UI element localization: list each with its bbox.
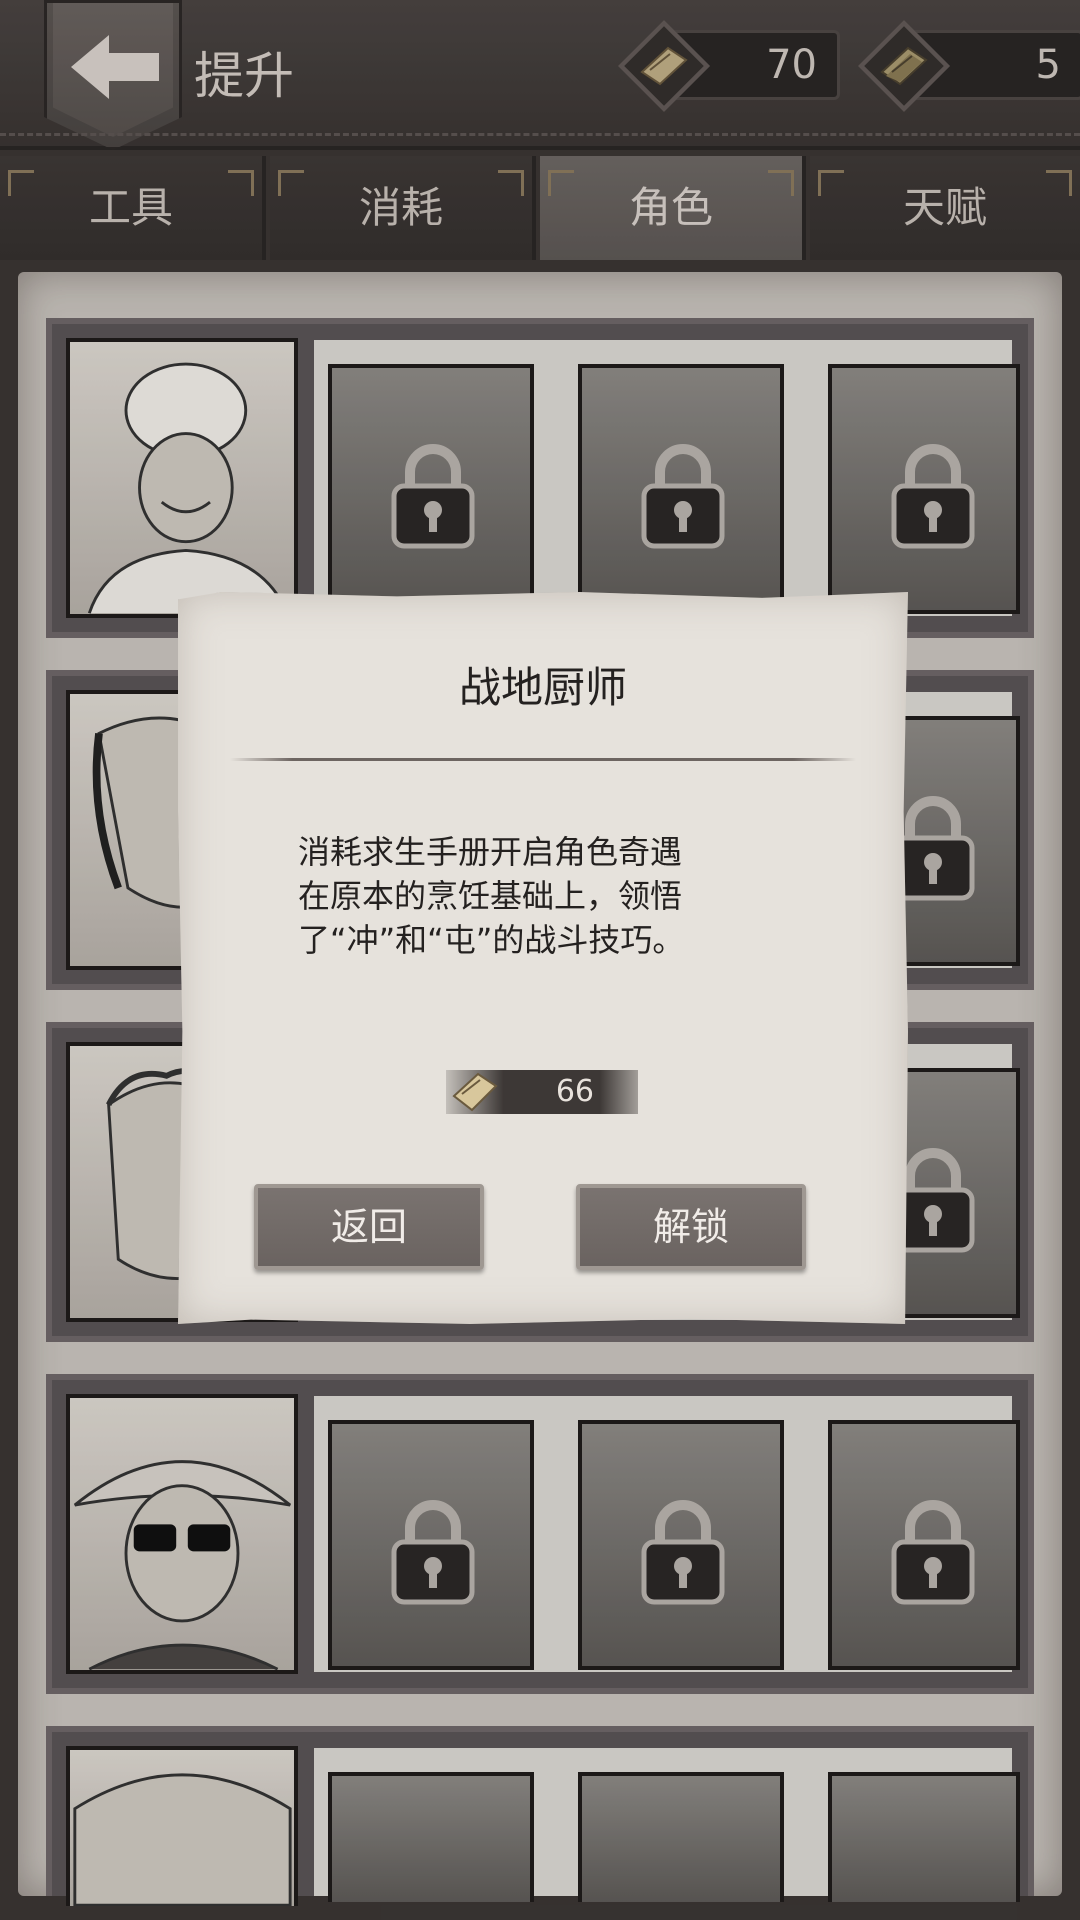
cost-value: 66 [555, 1074, 594, 1109]
return-button[interactable]: 返回 [254, 1184, 484, 1270]
description-line: 了“冲”和“屯”的战斗技巧。 [298, 921, 685, 959]
description-line: 消耗求生手册开启角色奇遇 [298, 833, 683, 871]
unlock-button[interactable]: 解锁 [576, 1184, 806, 1270]
dialog-title: 战地厨师 [458, 663, 627, 712]
unlock-cost: 66 [446, 1070, 638, 1114]
description-line: 在原本的烹饪基础上，领悟 [298, 877, 683, 915]
unlock-character-dialog: 战地厨师 消耗求生手册开启角色奇遇 在原本的烹饪基础上，领悟 了“冲”和“屯”的… [178, 592, 908, 1324]
dialog-description: 消耗求生手册开启角色奇遇 在原本的烹饪基础上，领悟 了“冲”和“屯”的战斗技巧。 [298, 830, 808, 962]
manual-book-icon [452, 1072, 498, 1112]
dialog-divider [230, 758, 856, 761]
